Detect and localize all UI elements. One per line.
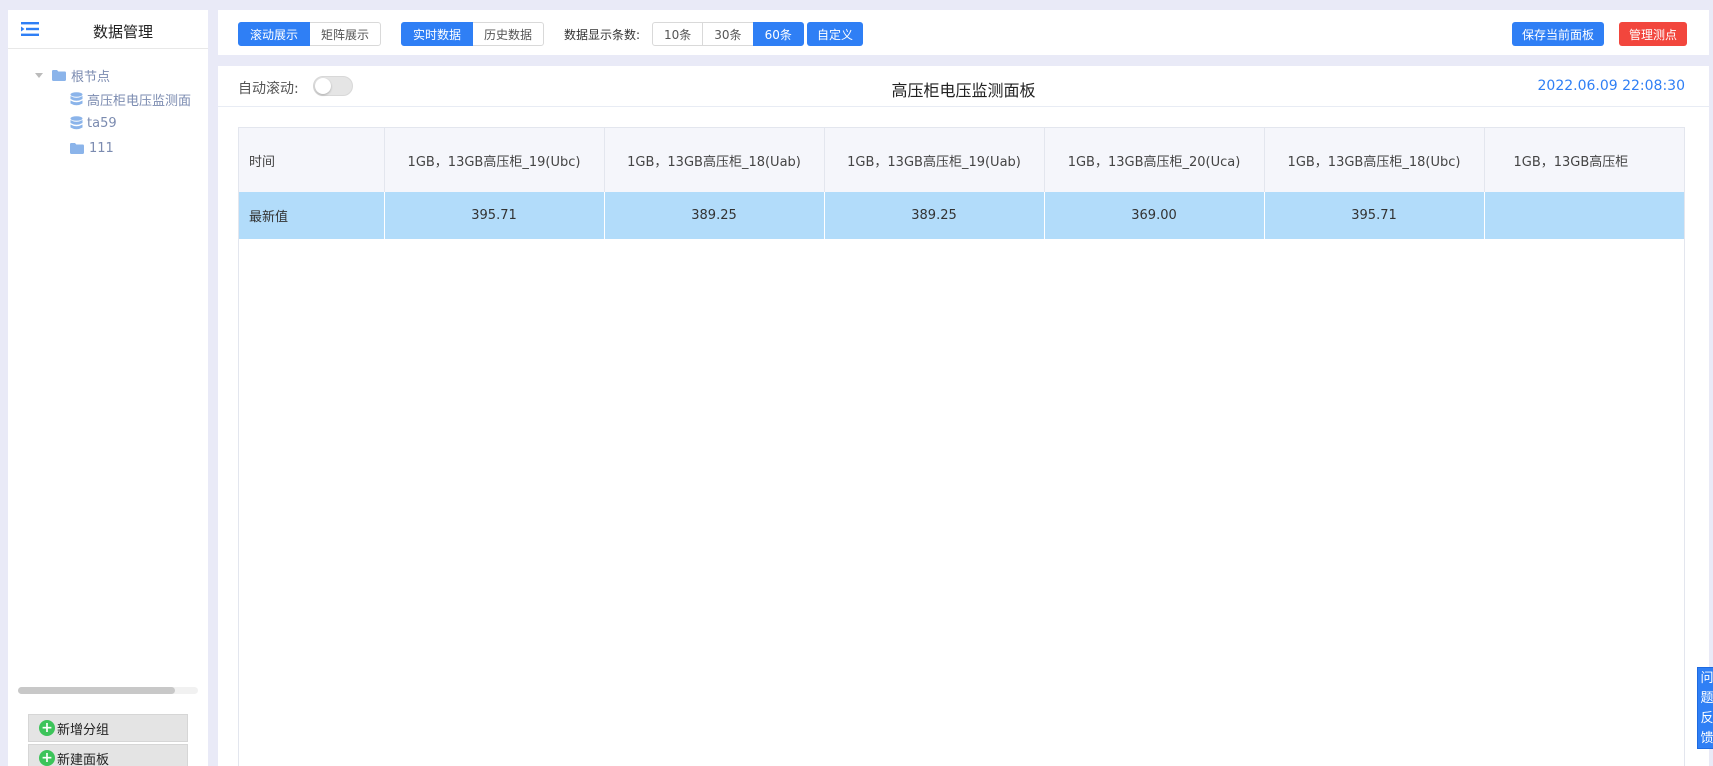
history-data-button[interactable]: 历史数据 (472, 22, 545, 46)
tree-node-111[interactable]: 111 (70, 137, 114, 159)
data-table: 时间 1GB，13GB高压柜_19(Ubc) 1GB，13GB高压柜_18(Ua… (239, 128, 1684, 239)
toolbar: 滚动展示 矩阵展示 实时数据 历史数据 数据显示条数: 10条 30条 60条 … (218, 10, 1709, 55)
add-group-button[interactable]: + 新增分组 (28, 714, 188, 742)
tree-node-root[interactable]: 根节点 (35, 64, 110, 86)
sidebar: 数据管理 根节点 高压柜电压监测面 ta59 111 + 新增分组 + 新建面板 (8, 10, 208, 766)
column-header: 1GB，13GB高压柜_20(Uca) (1044, 128, 1265, 192)
table-row: 最新值 395.71 389.25 389.25 369.00 395.71 (239, 192, 1684, 239)
custom-button[interactable]: 自定义 (807, 22, 864, 46)
scrollbar-thumb[interactable] (18, 687, 175, 694)
panel-title: 高压柜电压监测面板 (891, 81, 1036, 100)
table-cell: 395.71 (384, 192, 605, 239)
feedback-tab[interactable]: 问 题 反 馈 (1697, 667, 1713, 749)
table-header-row: 时间 1GB，13GB高压柜_19(Ubc) 1GB，13GB高压柜_18(Ua… (239, 128, 1684, 192)
matrix-view-button[interactable]: 矩阵展示 (309, 22, 382, 46)
tree-node-panel[interactable]: 高压柜电压监测面 (70, 88, 191, 110)
count-group: 10条 30条 60条 (652, 22, 804, 46)
feedback-char: 问 (1700, 671, 1713, 686)
column-header: 1GB，13GB高压柜_18(Ubc) (1264, 128, 1485, 192)
table-cell: 389.25 (824, 192, 1045, 239)
table-cell: 395.71 (1264, 192, 1485, 239)
data-table-container[interactable]: 时间 1GB，13GB高压柜_19(Ubc) 1GB，13GB高压柜_18(Ua… (238, 127, 1685, 766)
sidebar-title: 数据管理 (92, 23, 153, 41)
realtime-data-button[interactable]: 实时数据 (401, 22, 474, 46)
horizontal-scrollbar[interactable] (18, 687, 198, 694)
new-panel-button[interactable]: + 新建面板 (28, 744, 188, 766)
table-cell: 最新值 (239, 192, 385, 239)
manage-points-button[interactable]: 管理测点 (1619, 22, 1688, 46)
column-header: 时间 (239, 128, 385, 192)
count-label: 数据显示条数: (564, 28, 641, 42)
data-mode-group: 实时数据 历史数据 (401, 22, 545, 46)
caret-down-icon[interactable] (35, 72, 43, 78)
count-60-button[interactable]: 60条 (752, 22, 804, 46)
feedback-char: 馈 (1700, 731, 1713, 746)
database-icon (70, 116, 83, 130)
count-10-button[interactable]: 10条 (652, 22, 704, 46)
folder-icon (52, 69, 66, 81)
feedback-char: 反 (1700, 711, 1713, 726)
panel-header: 自动滚动: 高压柜电压监测面板 2022.06.09 22:08:30 (218, 66, 1709, 107)
tree-node-ta59[interactable]: ta59 (70, 112, 117, 134)
panel-timestamp: 2022.06.09 22:08:30 (1537, 78, 1686, 94)
plus-circle-icon: + (39, 750, 55, 766)
feedback-char: 题 (1700, 691, 1713, 706)
column-header: 1GB，13GB高压柜 (1484, 128, 1684, 192)
column-header: 1GB，13GB高压柜_18(Uab) (604, 128, 825, 192)
monitor-panel: 自动滚动: 高压柜电压监测面板 2022.06.09 22:08:30 时间 1… (218, 66, 1709, 766)
table-cell: 369.00 (1044, 192, 1265, 239)
tree-node-label: ta59 (87, 115, 117, 131)
tree-node-label: 根节点 (71, 69, 111, 85)
column-header: 1GB，13GB高压柜_19(Ubc) (384, 128, 605, 192)
folder-icon (70, 142, 84, 154)
table-cell: 389.25 (604, 192, 825, 239)
new-panel-label: 新建面板 (57, 752, 110, 766)
tree-node-label: 高压柜电压监测面 (87, 93, 192, 109)
tree-node-label: 111 (89, 140, 114, 156)
scroll-view-button[interactable]: 滚动展示 (238, 22, 311, 46)
plus-circle-icon: + (39, 720, 55, 736)
database-icon (70, 92, 83, 106)
column-header: 1GB，13GB高压柜_19(Uab) (824, 128, 1045, 192)
add-group-label: 新增分组 (57, 722, 110, 738)
view-mode-group: 滚动展示 矩阵展示 (238, 22, 382, 46)
save-panel-button[interactable]: 保存当前面板 (1512, 22, 1605, 46)
sidebar-header: 数据管理 (8, 10, 208, 49)
table-cell (1484, 192, 1684, 239)
count-30-button[interactable]: 30条 (702, 22, 754, 46)
